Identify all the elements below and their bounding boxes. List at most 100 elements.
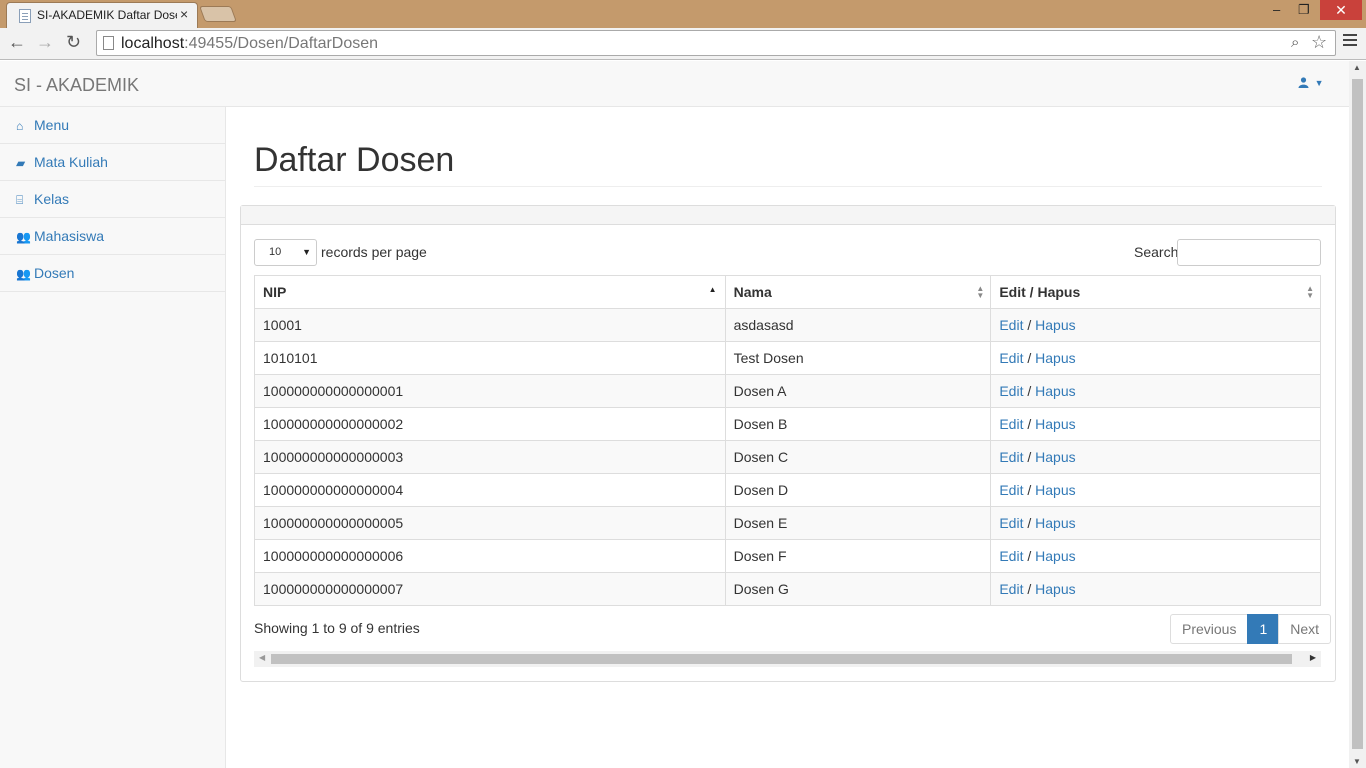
page-1-button[interactable]: 1 [1247,614,1280,644]
edit-link[interactable]: Edit [999,548,1023,564]
window-close-button[interactable]: ✕ [1320,0,1362,20]
sort-icon: ▲ ▼ [976,284,985,300]
vertical-scrollbar[interactable]: ▲ ▼ [1349,61,1366,768]
table-row: 100000000000000001 Dosen A Edit / Hapus [254,374,1321,408]
sidebar-item-label: Kelas [34,191,70,207]
scrollbar-thumb[interactable] [271,654,1292,664]
tab-close-icon[interactable]: × [180,6,188,22]
edit-link[interactable]: Edit [999,449,1023,465]
url-path: :49455/Dosen/DaftarDosen [184,35,379,52]
search-input[interactable] [1177,239,1321,266]
delete-link[interactable]: Hapus [1035,350,1075,366]
dosen-table: NIP ▲ Nama ▲ ▼ Edit / Hapus ▲ ▼ 10001 asdasas… [254,275,1321,606]
sidebar-item-mahasiswa[interactable]: 👥 Mahasiswa [0,218,225,255]
delete-link[interactable]: Hapus [1035,548,1075,564]
sidebar-item-dosen[interactable]: 👥 Dosen [0,255,225,292]
previous-page-button[interactable]: Previous [1170,614,1249,644]
book-icon: ▰ [16,156,26,170]
scroll-down-icon[interactable]: ▼ [1353,757,1361,766]
action-separator: / [1023,581,1036,597]
sort-icon: ▲ ▼ [1306,284,1314,300]
cell-nama: Dosen C [724,440,992,474]
browser-menu-icon[interactable] [1343,34,1357,49]
cell-nip: 1010101 [254,341,726,375]
edit-link[interactable]: Edit [999,350,1023,366]
edit-link[interactable]: Edit [999,317,1023,333]
records-per-page-label: records per page [321,244,427,260]
action-separator: / [1023,383,1036,399]
new-tab-button[interactable] [199,6,237,22]
scrollbar-thumb[interactable] [1352,79,1363,749]
sidebar-item-label: Mahasiswa [34,228,105,244]
column-header-nip[interactable]: NIP ▲ [254,275,726,309]
maximize-button[interactable]: ❐ [1298,2,1310,18]
horizontal-scrollbar[interactable]: ◀ ▶ [254,651,1321,667]
delete-link[interactable]: Hapus [1035,317,1075,333]
browser-toolbar: ← → ↻ localhost:49455/Dosen/DaftarDosen … [0,28,1366,60]
browser-titlebar: SI-AKADEMIK Daftar Dose × – ❐ ✕ [0,0,1366,28]
column-header-label: NIP [263,284,287,300]
scroll-up-icon[interactable]: ▲ [1353,63,1361,72]
delete-link[interactable]: Hapus [1035,383,1075,399]
delete-link[interactable]: Hapus [1035,449,1075,465]
edit-link[interactable]: Edit [999,416,1023,432]
cell-nip: 100000000000000002 [254,407,726,441]
delete-link[interactable]: Hapus [1035,581,1075,597]
table-info: Showing 1 to 9 of 9 entries [254,620,420,636]
delete-link[interactable]: Hapus [1035,416,1075,432]
column-header-label: Edit / Hapus [999,284,1081,300]
cell-nama: Dosen D [724,473,992,507]
records-per-page-value: 10 [269,246,282,258]
cell-actions: Edit / Hapus [990,473,1321,507]
column-header-edit-hapus[interactable]: Edit / Hapus ▲ ▼ [990,275,1321,309]
edit-link[interactable]: Edit [999,515,1023,531]
address-bar[interactable]: localhost:49455/Dosen/DaftarDosen ⌕ ☆ [96,30,1336,56]
edit-link[interactable]: Edit [999,482,1023,498]
action-separator: / [1023,548,1036,564]
sidebar-item-mata-kuliah[interactable]: ▰ Mata Kuliah [0,144,225,181]
cell-actions: Edit / Hapus [990,440,1321,474]
user-icon [1298,77,1309,88]
table-row: 100000000000000002 Dosen B Edit / Hapus [254,407,1321,441]
next-page-button[interactable]: Next [1278,614,1332,644]
users-icon: 👥 [16,267,31,281]
sidebar-item-kelas[interactable]: ⌸ Kelas [0,181,225,218]
user-dropdown[interactable]: ▼ [1298,76,1324,91]
page-title: Daftar Dosen [254,141,455,179]
table-row: 100000000000000007 Dosen G Edit / Hapus [254,572,1321,606]
url-text[interactable]: localhost:49455/Dosen/DaftarDosen [121,35,378,53]
column-header-nama[interactable]: Nama ▲ ▼ [724,275,992,309]
reload-icon[interactable]: ↻ [66,32,81,53]
scroll-left-icon[interactable]: ◀ [259,653,265,662]
sort-asc-icon: ▲ [708,285,717,294]
browser-tab[interactable]: SI-AKADEMIK Daftar Dose × [6,2,198,28]
edit-link[interactable]: Edit [999,383,1023,399]
table-row: 100000000000000005 Dosen E Edit / Hapus [254,506,1321,540]
cell-nama: Dosen A [724,374,992,408]
pagination: Previous 1 Next [1170,614,1332,644]
action-separator: / [1023,515,1036,531]
sidebar-item-label: Menu [34,117,70,133]
action-separator: / [1023,350,1036,366]
cell-nama: asdasasd [724,308,992,342]
cell-nama: Test Dosen [724,341,992,375]
forward-arrow-icon[interactable]: → [36,32,54,53]
cell-actions: Edit / Hapus [990,539,1321,573]
edit-link[interactable]: Edit [999,581,1023,597]
app-brand[interactable]: SI - AKADEMIK [14,75,139,96]
delete-link[interactable]: Hapus [1035,515,1075,531]
back-arrow-icon[interactable]: ← [8,32,26,53]
cell-nip: 100000000000000004 [254,473,726,507]
zoom-icon[interactable]: ⌕ [1291,34,1299,51]
cell-nama: Dosen G [724,572,992,606]
scroll-right-icon[interactable]: ▶ [1310,653,1316,662]
delete-link[interactable]: Hapus [1035,482,1075,498]
cell-actions: Edit / Hapus [990,341,1321,375]
sidebar-item-label: Mata Kuliah [34,154,108,170]
tab-title: SI-AKADEMIK Daftar Dose [37,8,177,22]
sidebar-item-menu[interactable]: ⌂ Menu [0,107,225,144]
minimize-button[interactable]: – [1273,2,1280,17]
bookmark-star-icon[interactable]: ☆ [1311,32,1327,53]
table-row: 1010101 Test Dosen Edit / Hapus [254,341,1321,375]
records-per-page-select[interactable]: 10 ▼ [254,239,317,266]
